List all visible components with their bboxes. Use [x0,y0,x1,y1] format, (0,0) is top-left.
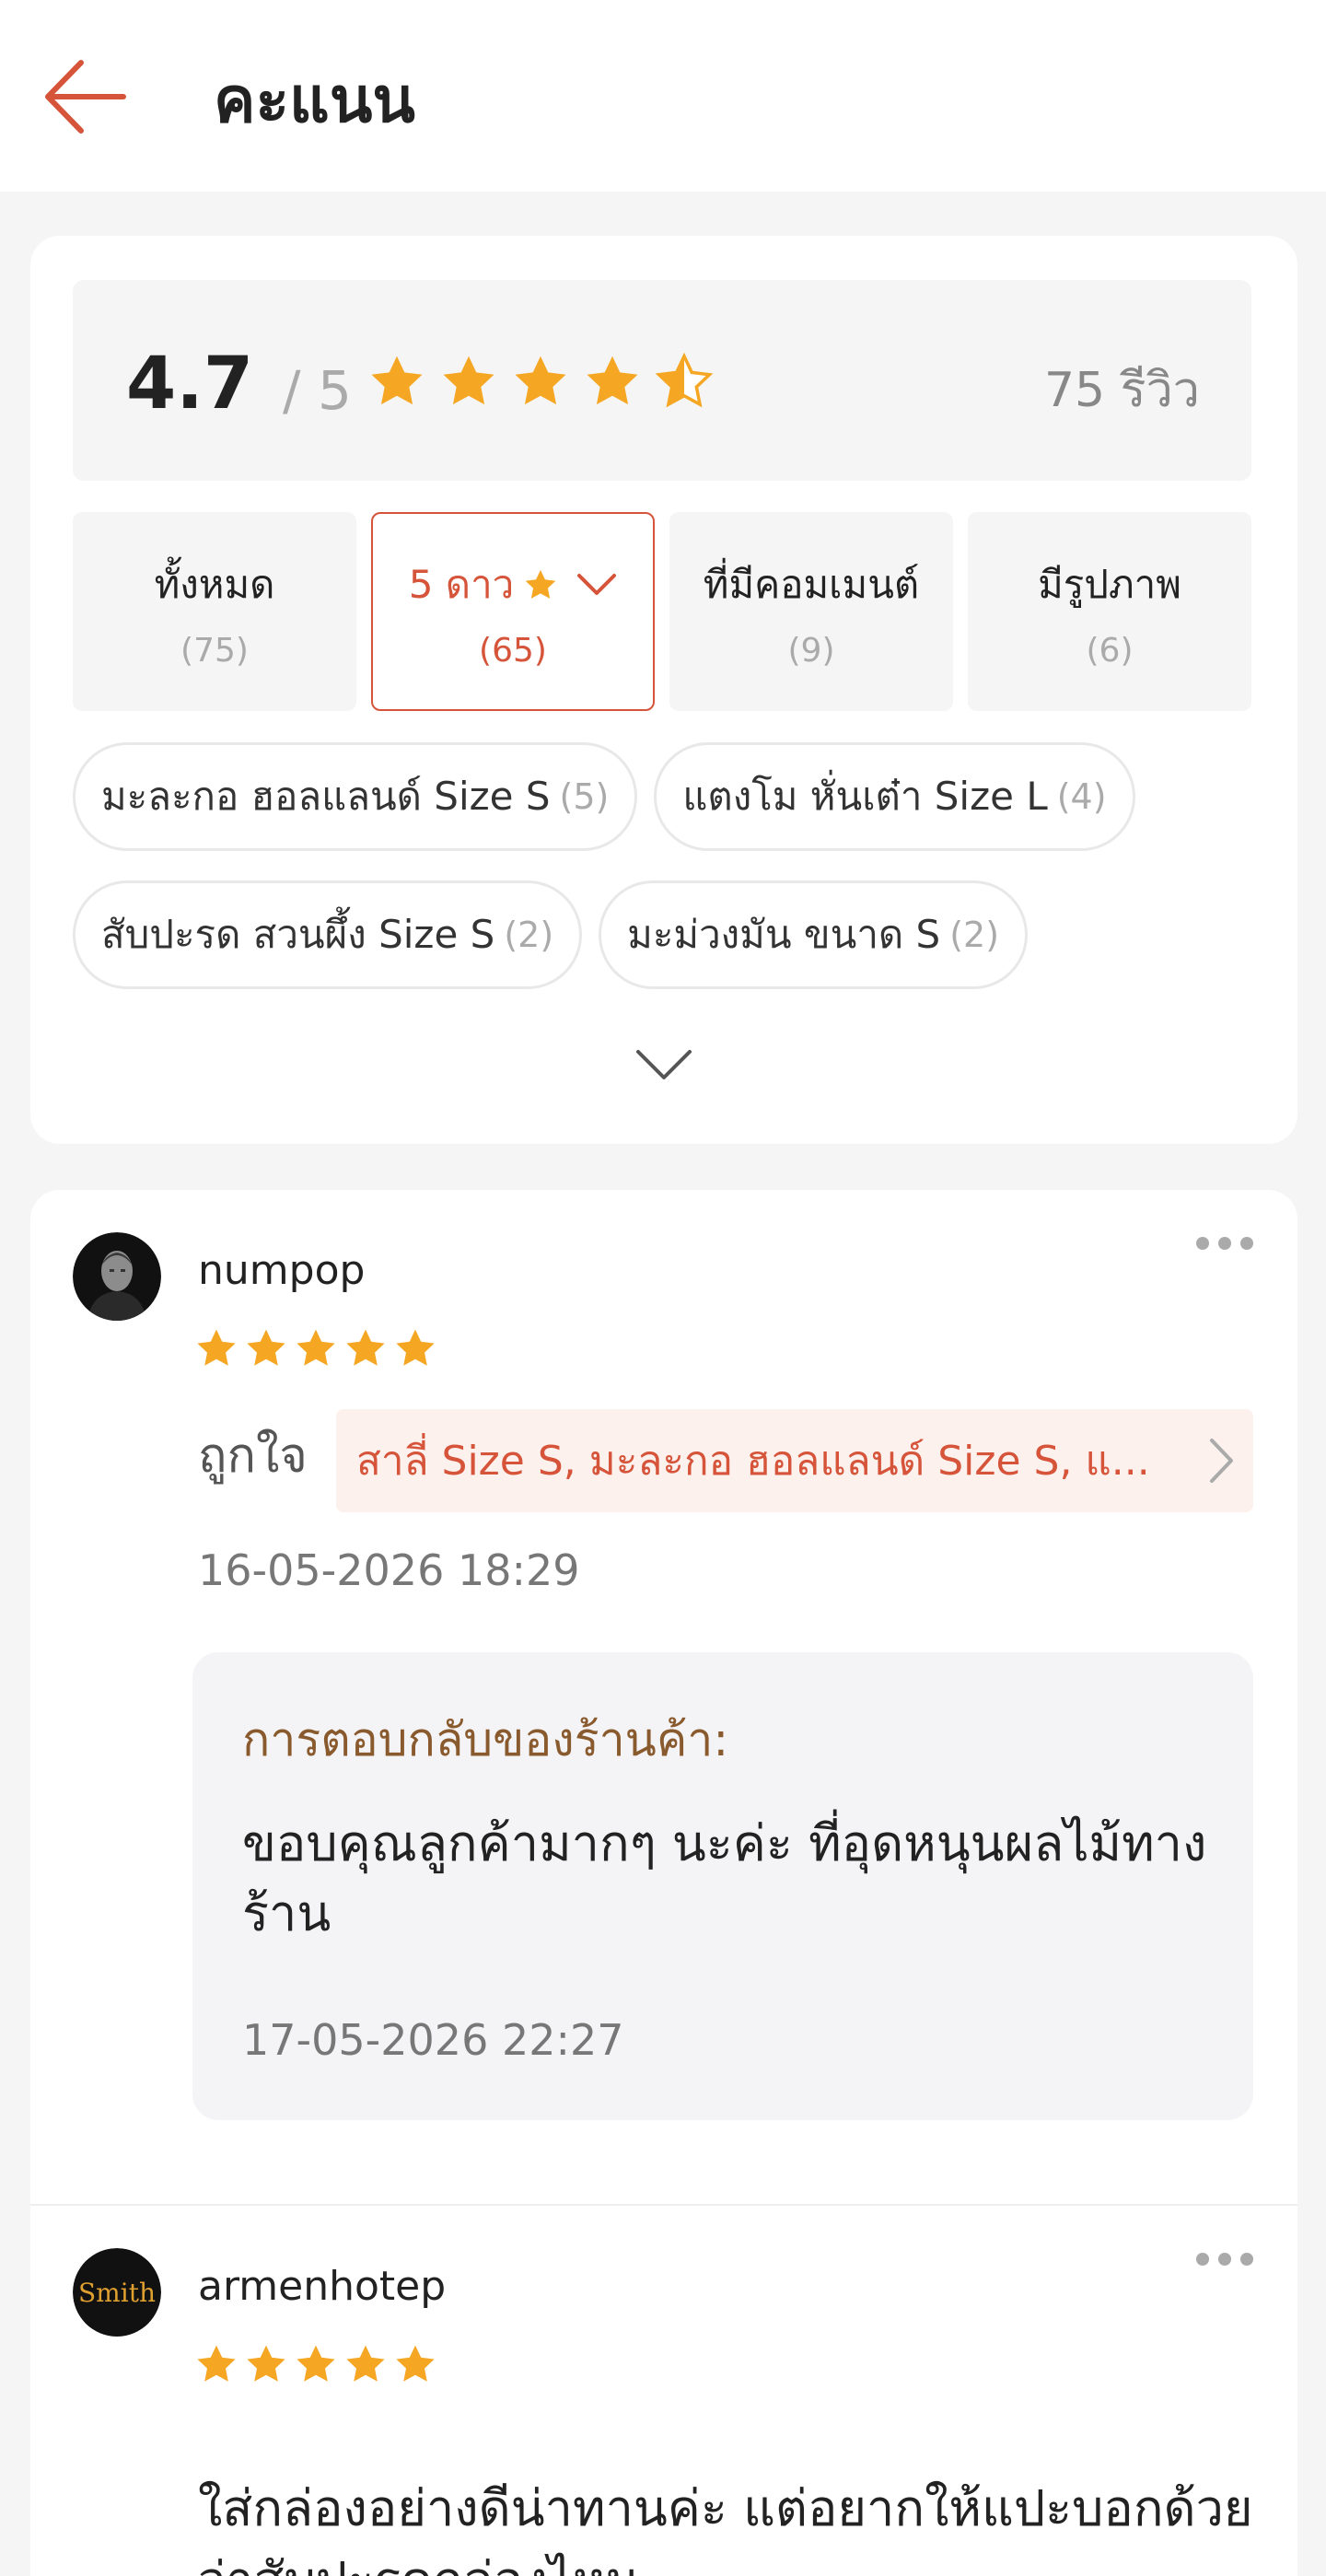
filter-tab-label: ที่มีคอมเมนต์ [704,554,919,615]
more-options-icon[interactable] [1194,1234,1255,1253]
star-icon [396,1329,435,1366]
purchased-variants[interactable]: สาลี่ Size S, มะละกอ ฮอลแลนด์ Size S, แ.… [336,1409,1253,1512]
more-options-icon[interactable] [1194,2250,1255,2268]
filter-tab-with-photos[interactable]: มีรูปภาพ (6) [968,512,1251,711]
half-star-icon [655,352,714,408]
filter-tab-label-text: 5 ดาว [408,561,515,607]
star-icon [197,1329,236,1366]
chevron-down-icon [577,573,617,595]
variant-chip-count: (2) [949,915,1000,955]
purchased-variants-text: สาลี่ Size S, มะละกอ ฮอลแลนด์ Size S, แ.… [356,1438,1150,1485]
filter-tab-label: ทั้งหมด [155,554,275,615]
filter-tab-count: (6) [1086,631,1134,670]
rating-summary-card: 4.7 / 5 75 รีวิว ทั้งหมด (75) 5 ดาว (65) [30,236,1297,1144]
variant-chip-name: มะม่วงมัน ขนาด S [627,912,941,957]
chevron-down-icon[interactable] [634,1046,693,1083]
seller-reply-date: 17-05-2026 22:27 [242,2015,624,2065]
variant-chip[interactable]: มะม่วงมัน ขนาด S (2) [599,880,1029,989]
rating-value: 4.7 [126,343,254,425]
variant-chip-name: มะละกอ ฮอลแลนด์ Size S [101,774,551,819]
filter-tab-count: (75) [180,631,249,670]
rating-overview: 4.7 / 5 75 รีวิว [73,280,1251,481]
variant-chip[interactable]: แตงโม หั่นเต๋า Size L (4) [654,742,1135,851]
star-icon [197,2345,236,2382]
review-stars [194,1326,437,1370]
star-icon [247,1329,285,1366]
star-icon [346,2345,385,2382]
review-username: numpop [198,1247,366,1294]
review-count: 75 รีวิว [1043,363,1200,418]
page-title: คะแนน [214,64,415,137]
chevron-right-icon [1210,1439,1233,1483]
variant-filter-chips: มะละกอ ฮอลแลนด์ Size S (5) แตงโม หั่นเต๋… [73,742,1261,989]
variant-chip-name: แตงโม หั่นเต๋า Size L [682,774,1048,819]
filter-tab-label: 5 ดาว [409,554,618,615]
star-icon [371,356,423,405]
filter-tab-all[interactable]: ทั้งหมด (75) [73,512,356,711]
filter-tab-5-stars[interactable]: 5 ดาว (65) [371,512,655,711]
review-username: armenhotep [198,2263,447,2310]
review-stars [194,2342,437,2386]
arrow-left-icon[interactable] [41,57,129,136]
review-item: numpop ถูกใจ สาลี่ Size S, มะละกอ ฮอลแลน… [30,1190,1297,2206]
avatar-text: Smith [78,2278,156,2308]
avatar[interactable] [73,1232,161,1321]
avatar[interactable]: Smith [73,2248,161,2337]
reviews-list: numpop ถูกใจ สาลี่ Size S, มะละกอ ฮอลแลน… [30,1190,1297,2576]
star-icon [587,356,638,405]
star-icon [346,1329,385,1366]
star-icon [525,569,556,599]
variant-chip-name: สับปะรด สวนผึ้ง Size S [101,912,495,957]
variant-chip-count: (4) [1056,776,1107,817]
filter-tab-label-text: ทั้งหมด [154,561,275,607]
filter-tab-count: (9) [787,631,835,670]
star-icon [247,2345,285,2382]
filter-tab-with-comments[interactable]: ที่มีคอมเมนต์ (9) [669,512,953,711]
review-item: Smith armenhotep ใส่กล่องอย่างดีน่าทานค่… [30,2206,1297,2576]
filter-tab-label-text: ที่มีคอมเมนต์ [703,561,920,607]
variant-chip-count: (5) [559,776,610,817]
filter-tab-label: มีรูปภาพ [1038,554,1181,615]
variant-chip[interactable]: สับปะรด สวนผึ้ง Size S (2) [73,880,583,989]
star-icon [396,2345,435,2382]
variant-label: ถูกใจ [198,1428,308,1484]
review-text: ใส่กล่องอย่างดีน่าทานค่ะ แต่อยากให้แปะบอ… [198,2479,1253,2576]
review-date: 16-05-2026 18:29 [198,1545,580,1595]
filter-tab-label-text: มีรูปภาพ [1038,561,1181,607]
star-icon [443,356,494,405]
star-icon [297,2345,335,2382]
variant-chip-count: (2) [504,915,554,955]
variant-chip[interactable]: มะละกอ ฮอลแลนด์ Size S (5) [73,742,638,851]
rating-filter-tabs: ทั้งหมด (75) 5 ดาว (65) ที่มีคอมเมนต์ (9… [73,512,1251,711]
rating-max: / 5 [283,359,352,422]
rating-stars [367,352,714,411]
star-icon [515,356,566,405]
filter-tab-count: (65) [479,631,547,670]
star-icon [297,1329,335,1366]
seller-reply: การตอบกลับของร้านค้า: ขอบคุณลูกค้ามากๆ น… [192,1652,1253,2120]
seller-reply-title: การตอบกลับของร้านค้า: [242,1713,729,1766]
app-header: คะแนน [0,0,1326,192]
seller-reply-text: ขอบคุณลูกค้ามากๆ นะค่ะ ที่อุดหนุนผลไม้ทา… [242,1814,1207,1942]
